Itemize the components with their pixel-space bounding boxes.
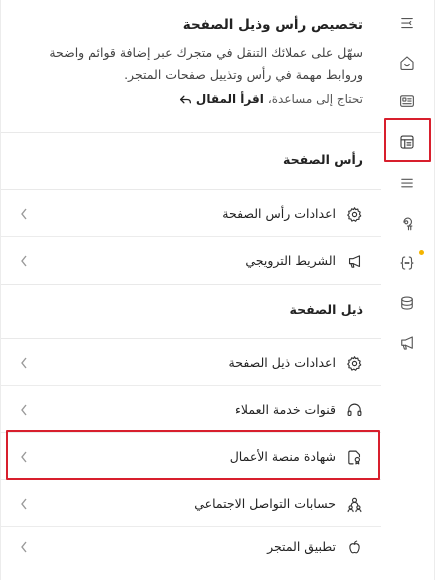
box-icon xyxy=(401,296,413,310)
section-title-header: رأس الصفحة xyxy=(283,152,363,167)
headset-icon xyxy=(344,400,364,420)
rail-home[interactable] xyxy=(388,46,426,80)
row-label: الشريط الترويجي xyxy=(245,253,336,268)
row-label: حسابات التواصل الاجتماعي xyxy=(194,496,336,511)
section-title-footer: ذيل الصفحة xyxy=(289,302,364,317)
page-description: سهّل على عملائك التنقل في متجرك عبر إضاف… xyxy=(19,42,363,86)
list-icon xyxy=(401,178,413,188)
panel-header: تخصيص رأس وذيل الصفحة سهّل على عملائك ال… xyxy=(1,0,381,106)
row-footer-settings[interactable]: اعدادات ذيل الصفحة xyxy=(1,339,382,386)
id-card-icon xyxy=(400,95,414,107)
rail-menu-toggle[interactable] xyxy=(388,6,426,40)
read-article-label: اقرأ المقال xyxy=(195,92,264,106)
help-text: تحتاج إلى مساعدة، اقرأ المقال xyxy=(19,92,363,106)
chevron-left-icon xyxy=(19,496,29,512)
row-label: تطبيق المتجر xyxy=(267,539,336,554)
row-customer-channels[interactable]: قنوات خدمة العملاء xyxy=(1,386,382,433)
description-line-2: وروابط مهمة في رأس وتذييل صفحات المتجر. xyxy=(124,67,363,82)
home-icon xyxy=(400,56,414,70)
row-social-accounts[interactable]: حسابات التواصل الاجتماعي xyxy=(1,480,382,527)
description-line-1: سهّل على عملائك التنقل في متجرك عبر إضاف… xyxy=(49,45,363,60)
rail-integrations[interactable] xyxy=(388,206,426,240)
row-business-certificate[interactable]: شهادة منصة الأعمال xyxy=(1,433,382,480)
row-label: اعدادات رأس الصفحة xyxy=(222,206,336,221)
row-label: شهادة منصة الأعمال xyxy=(229,449,336,464)
chevron-left-icon xyxy=(19,449,29,465)
rail-layout[interactable] xyxy=(388,125,426,159)
rail-marketing[interactable] xyxy=(388,326,426,360)
rail-database[interactable] xyxy=(388,286,426,320)
certificate-icon xyxy=(344,447,364,467)
row-promo-bar[interactable]: الشريط الترويجي xyxy=(1,237,382,284)
help-prefix: تحتاج إلى مساعدة، xyxy=(267,92,363,106)
row-label: اعدادات ذيل الصفحة xyxy=(228,355,336,370)
row-label: قنوات خدمة العملاء xyxy=(235,402,336,417)
settings-panel: تخصيص رأس وذيل الصفحة سهّل على عملائك ال… xyxy=(0,0,382,580)
chevron-left-icon xyxy=(19,402,29,418)
users-icon xyxy=(344,494,364,514)
code-braces-icon xyxy=(400,256,414,270)
layout-icon xyxy=(400,135,414,149)
megaphone-icon xyxy=(344,251,364,271)
apple-icon xyxy=(344,537,364,557)
page-title: تخصيص رأس وذيل الصفحة xyxy=(182,17,363,33)
divider xyxy=(1,284,382,285)
icon-rail xyxy=(381,0,435,580)
chevron-left-icon xyxy=(19,206,29,222)
rail-menus[interactable] xyxy=(388,166,426,200)
divider xyxy=(1,132,382,133)
menu-collapse-icon xyxy=(401,17,413,29)
chevron-left-icon xyxy=(19,539,29,555)
plug-chat-icon xyxy=(403,217,413,231)
chevron-left-icon xyxy=(19,355,29,371)
gear-icon xyxy=(344,353,364,373)
row-store-app[interactable]: تطبيق المتجر xyxy=(1,523,382,570)
read-article-link[interactable]: اقرأ المقال xyxy=(179,92,264,106)
rail-pages[interactable] xyxy=(388,84,426,118)
chevron-left-icon xyxy=(19,253,29,269)
gear-icon xyxy=(344,204,364,224)
reply-arrow-icon xyxy=(179,95,191,103)
notification-dot xyxy=(419,250,424,255)
row-header-settings[interactable]: اعدادات رأس الصفحة xyxy=(1,190,382,237)
megaphone-icon xyxy=(401,336,413,350)
